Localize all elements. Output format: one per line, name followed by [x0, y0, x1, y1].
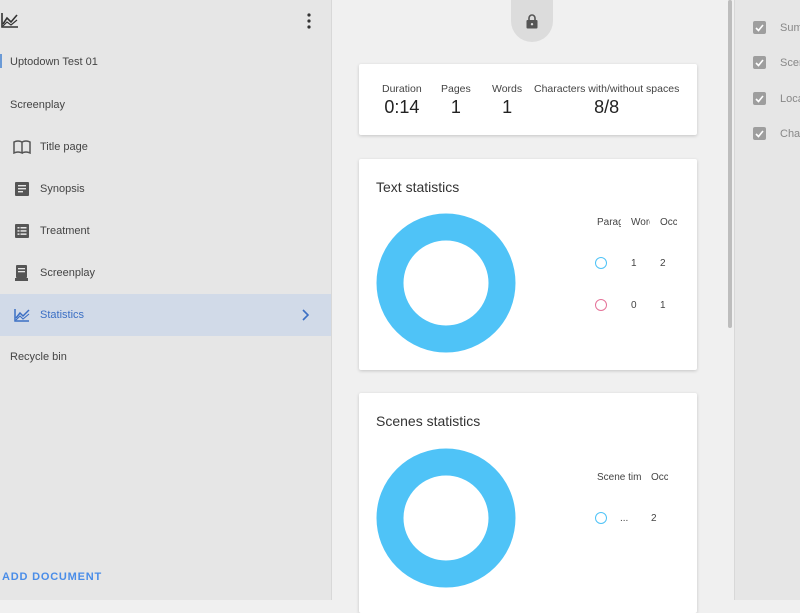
row1-occurrences: 2: [651, 513, 657, 524]
column-header-occurrences: Occurrences: [660, 217, 677, 228]
sidebar: Uptodown Test 01 Screenplay Title page S…: [0, 0, 332, 600]
toggle-locations[interactable]: Locations: [753, 92, 800, 105]
sidebar-item-screenplay[interactable]: Screenplay: [0, 252, 331, 294]
pages-stat: Pages 1: [441, 83, 471, 118]
characters-stat: Characters with/without spaces 8/8: [534, 83, 679, 118]
section-title[interactable]: Screenplay: [10, 99, 65, 111]
sidebar-item-label: Screenplay: [40, 267, 96, 279]
sidebar-item-synopsis[interactable]: Synopsis: [0, 168, 331, 210]
summary-card: Duration 0:14 Pages 1 Words 1 Characters…: [359, 64, 697, 135]
list-icon: [13, 222, 31, 240]
series-marker-2: [595, 299, 607, 311]
add-document-button[interactable]: ADD DOCUMENT: [2, 571, 102, 583]
series-marker-1: [595, 257, 607, 269]
document-title[interactable]: Uptodown Test 01: [10, 56, 98, 68]
lock-button[interactable]: [511, 0, 553, 42]
row2-words: 0: [631, 300, 637, 311]
scenes-statistics-title: Scenes statistics: [376, 413, 481, 429]
text-statistics-title: Text statistics: [376, 179, 460, 195]
book-icon: [13, 138, 31, 156]
scenes-statistics-donut: [376, 448, 516, 588]
duration-label: Duration: [382, 83, 422, 95]
row1-occurrences: 2: [660, 258, 666, 269]
toggle-label: Locations: [780, 92, 800, 105]
right-panel: Summary Scenes Locations Characters: [734, 0, 800, 600]
row1-words: 1: [631, 258, 637, 269]
toggle-label: Scenes: [780, 56, 800, 69]
sidebar-item-label: Synopsis: [40, 183, 85, 195]
sidebar-item-statistics[interactable]: Statistics: [0, 294, 331, 336]
toggle-label: Summary: [780, 21, 800, 34]
sidebar-item-treatment[interactable]: Treatment: [0, 210, 331, 252]
column-header-words: Words: [631, 217, 650, 228]
checkbox-checked-icon[interactable]: [753, 56, 766, 69]
main-content: Duration 0:14 Pages 1 Words 1 Characters…: [332, 0, 730, 613]
checkbox-checked-icon[interactable]: [753, 21, 766, 34]
toggle-label: Characters: [780, 127, 800, 140]
pages-value: 1: [450, 97, 461, 117]
row2-occurrences: 1: [660, 300, 666, 311]
column-header-occurrences: Occurrences: [651, 472, 668, 483]
duration-value: 0:14: [384, 97, 420, 117]
sidebar-item-label: Statistics: [40, 309, 85, 321]
duration-stat: Duration 0:14: [382, 83, 422, 118]
sidebar-item-label: Treatment: [40, 225, 90, 237]
more-vert-icon[interactable]: [302, 12, 316, 30]
chevron-right-icon: [302, 309, 310, 321]
column-header-scene-time: Scene time: [597, 472, 641, 483]
recycle-bin[interactable]: Recycle bin: [10, 351, 67, 363]
series-marker-1: [595, 512, 607, 524]
document-icon: [13, 180, 31, 198]
characters-label: Characters with/without spaces: [534, 83, 680, 95]
sidebar-item-title-page[interactable]: Title page: [0, 126, 331, 168]
column-header-paragraph: Paragraph: [597, 217, 621, 228]
characters-value: 8/8: [594, 97, 620, 117]
text-statistics-card: Text statistics Paragraph Words Occurren…: [359, 159, 697, 370]
toggle-characters[interactable]: Characters: [753, 127, 800, 140]
lock-icon: [526, 14, 538, 29]
words-label: Words: [492, 83, 523, 95]
document-marker: [0, 54, 2, 68]
words-value: 1: [502, 97, 513, 117]
statistics-icon: [1, 13, 18, 28]
scrollbar[interactable]: [728, 0, 732, 328]
checkbox-checked-icon[interactable]: [753, 92, 766, 105]
scenes-statistics-card: Scenes statistics Scene time Occurrences…: [359, 393, 697, 613]
checkbox-checked-icon[interactable]: [753, 127, 766, 140]
toggle-scenes[interactable]: Scenes: [753, 56, 800, 69]
sidebar-item-label: Title page: [40, 141, 88, 153]
pages-label: Pages: [441, 83, 471, 95]
script-icon: [13, 264, 31, 282]
row1-scene-time: ...: [620, 513, 629, 524]
toggle-summary[interactable]: Summary: [753, 21, 800, 34]
text-statistics-donut: [376, 213, 516, 353]
words-stat: Words 1: [492, 83, 522, 118]
statistics-icon: [13, 306, 31, 324]
